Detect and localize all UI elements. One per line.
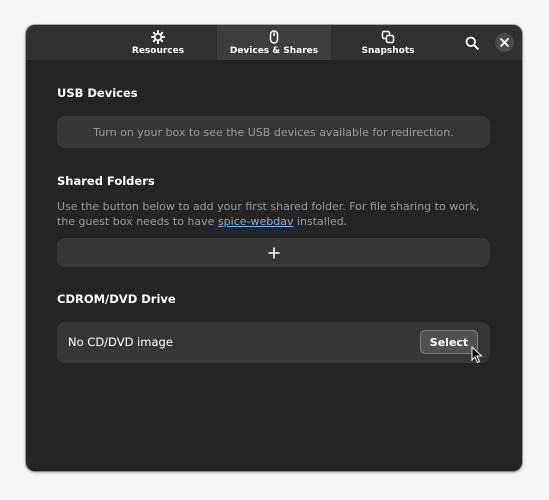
search-button[interactable] [462,33,482,53]
tab-devices-shares-label: Devices & Shares [229,46,319,56]
close-button[interactable] [495,33,514,52]
mouse-icon [269,30,279,44]
plus-icon [267,246,280,259]
cdrom-heading: CDROM/DVD Drive [57,292,176,306]
shared-desc-suffix: installed. [293,215,348,228]
close-icon [500,38,509,47]
select-image-button[interactable]: Select [420,330,478,354]
tab-devices-shares[interactable]: Devices & Shares [217,25,331,60]
cdrom-status: No CD/DVD image [68,335,173,349]
mouse-pointer-icon [471,346,483,364]
snapshots-icon [381,30,395,44]
gear-icon [151,30,165,44]
usb-devices-message: Turn on your box to see the USB devices … [57,116,490,148]
add-shared-folder-button[interactable] [57,238,490,267]
app-window: Resources Devices & Shares Snapshots USB… [26,25,522,471]
tab-resources-label: Resources [131,46,185,56]
usb-devices-heading: USB Devices [57,86,138,100]
tab-resources[interactable]: Resources [103,25,213,60]
search-icon [465,36,479,50]
spice-webdav-link[interactable]: spice-webdav [218,215,294,228]
shared-folders-description: Use the button below to add your first s… [57,199,497,229]
tab-snapshots-label: Snapshots [361,46,415,56]
cdrom-row: No CD/DVD image Select [57,322,490,363]
shared-folders-heading: Shared Folders [57,174,155,188]
headerbar: Resources Devices & Shares Snapshots [26,25,522,60]
tab-snapshots[interactable]: Snapshots [333,25,443,60]
